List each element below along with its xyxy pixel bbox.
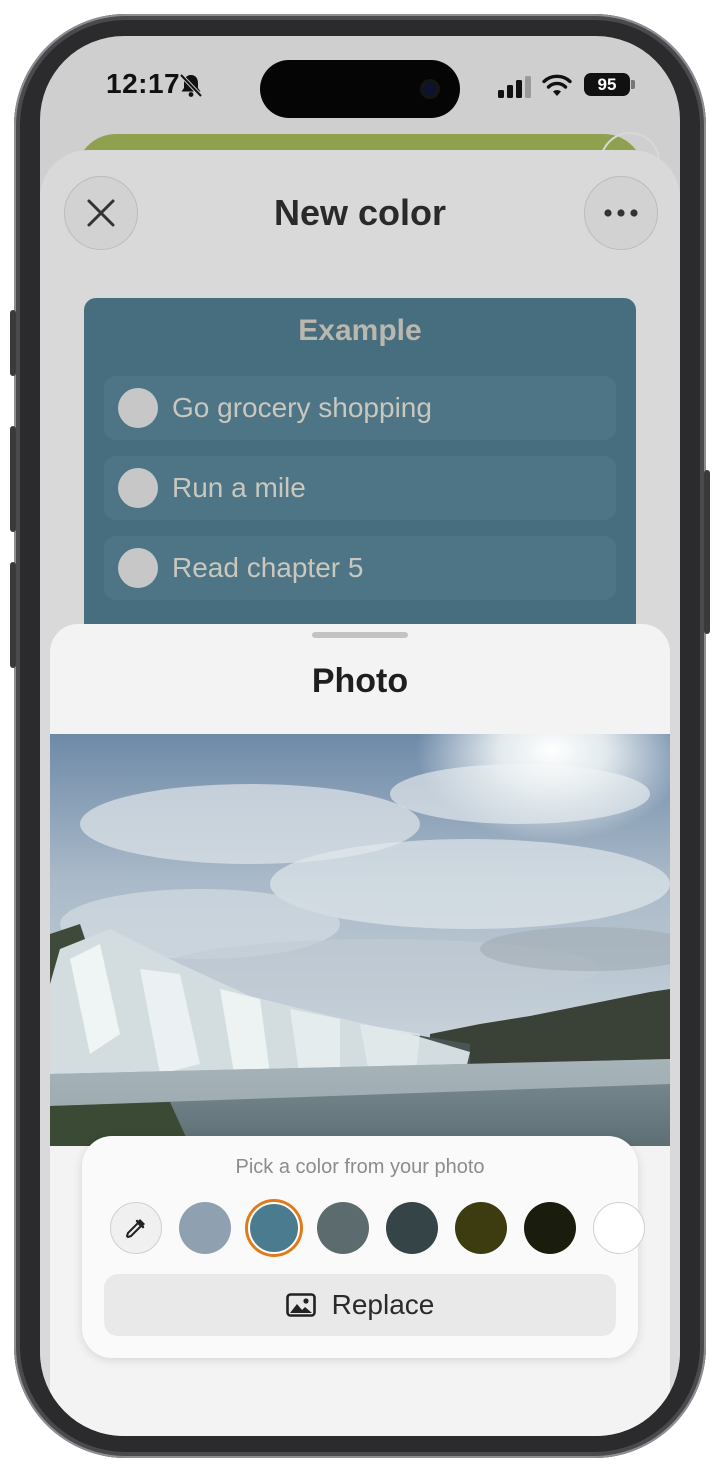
task-checkbox: [118, 548, 158, 588]
color-swatch[interactable]: [593, 1202, 645, 1254]
task-checkbox: [118, 388, 158, 428]
bell-slash-icon: [179, 73, 203, 98]
photo-sheet-title: Photo: [311, 662, 409, 700]
battery-nub: [631, 80, 635, 89]
status-time: 12:17: [106, 68, 181, 99]
color-swatch[interactable]: [386, 1202, 438, 1254]
task-label: Go grocery shopping: [172, 392, 432, 423]
power-button: [704, 470, 710, 634]
task-checkbox: [118, 468, 158, 508]
color-swatch[interactable]: [317, 1202, 369, 1254]
photo-icon: [285, 1293, 316, 1317]
screen: 12:17 95 New color Example Go grocery sh…: [40, 36, 680, 1436]
list-item: Run a mile: [104, 456, 616, 520]
list-item: Go grocery shopping: [104, 376, 616, 440]
dynamic-island: [260, 60, 460, 118]
volume-down-button: [10, 562, 16, 668]
sheet-grabber[interactable]: [312, 632, 408, 638]
battery-icon: 95: [584, 73, 630, 96]
picker-hint: Pick a color from your photo: [235, 1156, 485, 1178]
volume-up-button: [10, 426, 16, 532]
signal-icon: [498, 76, 531, 98]
eyedropper-icon: [126, 1219, 145, 1238]
more-button[interactable]: [584, 176, 658, 250]
task-label: Run a mile: [172, 472, 306, 503]
more-icon: [604, 209, 638, 217]
camera-icon: [420, 79, 440, 99]
color-swatch-selected[interactable]: [248, 1202, 300, 1254]
eyedropper-button[interactable]: [110, 1202, 162, 1254]
wifi-icon: [542, 74, 572, 96]
task-label: Read chapter 5: [172, 552, 364, 583]
action-button: [10, 310, 16, 376]
status-bar: 12:17 95: [40, 36, 680, 136]
color-picker-card: Pick a color from your photo Replace: [82, 1136, 645, 1358]
example-title: Example: [298, 314, 422, 347]
replace-label: Replace: [331, 1289, 435, 1320]
example-preview: Example Go grocery shopping Run a mile R…: [84, 298, 636, 648]
photo-sheet: Photo Pick a color from your photo Repla…: [50, 624, 670, 1436]
list-item: Read chapter 5: [104, 536, 616, 600]
color-swatch[interactable]: [524, 1202, 576, 1254]
color-swatch[interactable]: [179, 1202, 231, 1254]
replace-button[interactable]: Replace: [104, 1274, 616, 1336]
color-swatch[interactable]: [455, 1202, 507, 1254]
photo-image[interactable]: [50, 734, 670, 1146]
